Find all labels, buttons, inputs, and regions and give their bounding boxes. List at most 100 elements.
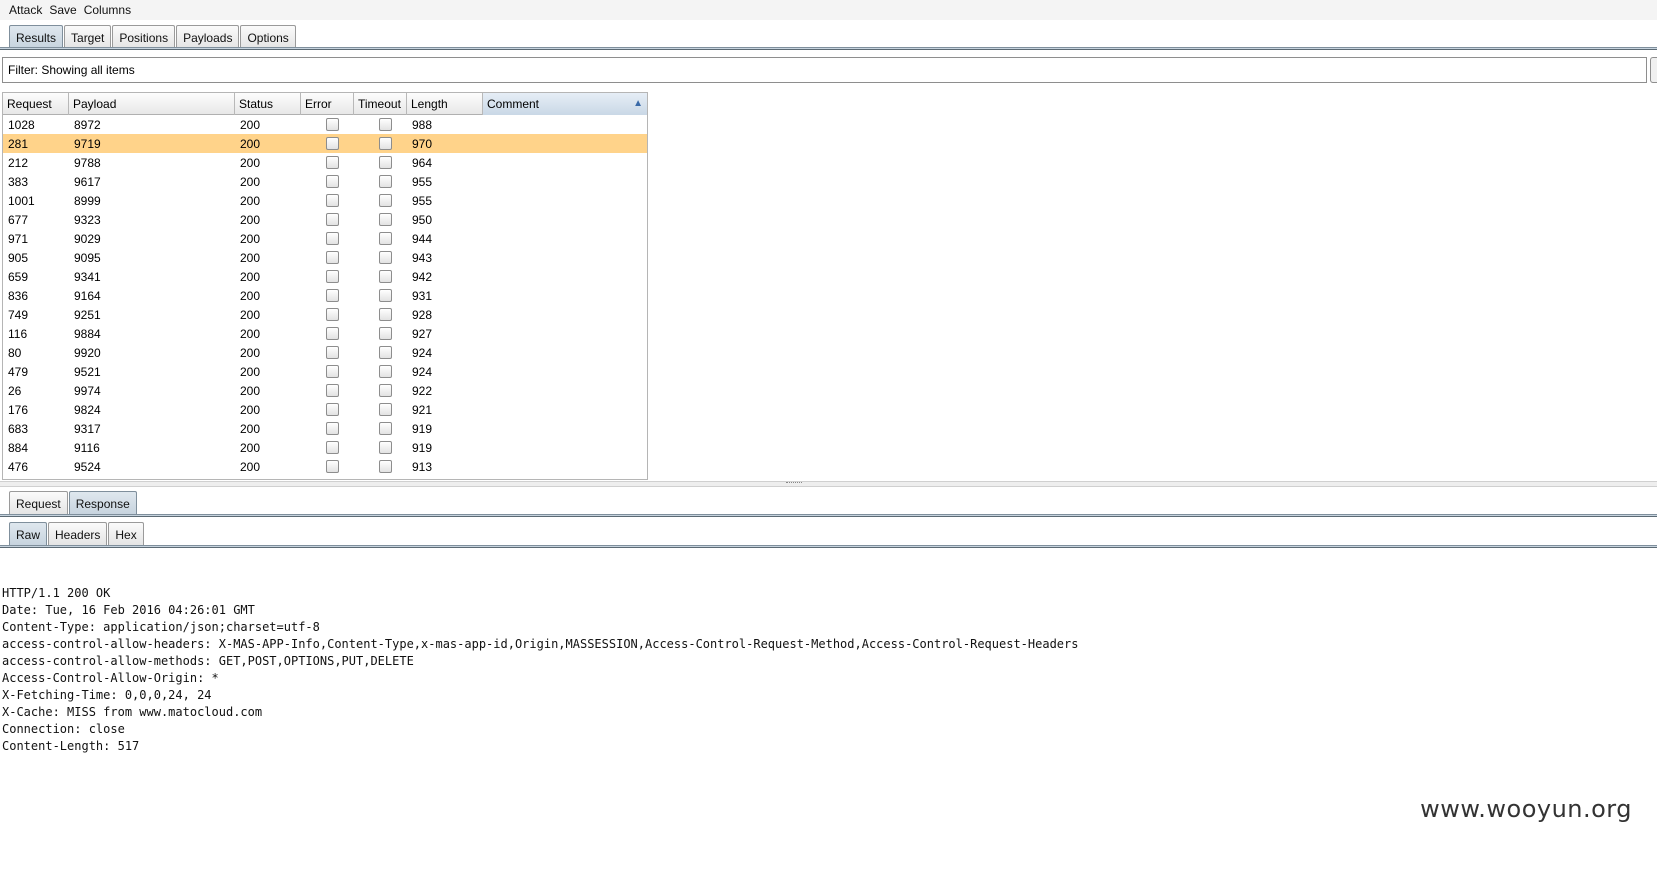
cell-error-checkbox[interactable] bbox=[326, 346, 339, 359]
cell-timeout-checkbox[interactable] bbox=[379, 346, 392, 359]
cell-error-checkbox[interactable] bbox=[326, 156, 339, 169]
table-row[interactable]: 683 9317 200 919 bbox=[3, 419, 647, 438]
cell-timeout-checkbox[interactable] bbox=[379, 270, 392, 283]
table-row[interactable]: 80 9920 200 924 bbox=[3, 343, 647, 362]
cell-comment[interactable] bbox=[483, 153, 647, 172]
table-row[interactable]: 749 9251 200 928 bbox=[3, 305, 647, 324]
cell-comment[interactable] bbox=[483, 248, 647, 267]
tab-raw[interactable]: Raw bbox=[9, 522, 48, 546]
cell-timeout-checkbox[interactable] bbox=[379, 232, 392, 245]
cell-timeout-checkbox[interactable] bbox=[379, 384, 392, 397]
cell-error-checkbox[interactable] bbox=[326, 270, 339, 283]
cell-comment[interactable] bbox=[483, 172, 647, 191]
cell-error-checkbox[interactable] bbox=[326, 403, 339, 416]
cell-error-checkbox[interactable] bbox=[326, 213, 339, 226]
cell-error-checkbox[interactable] bbox=[326, 422, 339, 435]
cell-timeout-checkbox[interactable] bbox=[379, 441, 392, 454]
tab-payloads[interactable]: Payloads bbox=[176, 25, 240, 49]
column-header-request[interactable]: Request bbox=[3, 93, 69, 115]
column-header-comment[interactable]: Comment ▲ bbox=[483, 93, 647, 115]
cell-comment[interactable] bbox=[483, 115, 647, 134]
cell-timeout-checkbox[interactable] bbox=[379, 175, 392, 188]
tab-target[interactable]: Target bbox=[64, 25, 112, 49]
cell-error-checkbox[interactable] bbox=[326, 308, 339, 321]
table-row[interactable]: 659 9341 200 942 bbox=[3, 267, 647, 286]
cell-timeout-checkbox[interactable] bbox=[379, 308, 392, 321]
table-row[interactable]: 26 9974 200 922 bbox=[3, 381, 647, 400]
menu-columns[interactable]: Columns bbox=[84, 3, 131, 17]
table-row[interactable]: 281 9719 200 970 bbox=[3, 134, 647, 153]
cell-comment[interactable] bbox=[483, 343, 647, 362]
cell-timeout-checkbox[interactable] bbox=[379, 327, 392, 340]
tab-request[interactable]: Request bbox=[9, 491, 68, 515]
table-row[interactable]: 677 9323 200 950 bbox=[3, 210, 647, 229]
cell-comment[interactable] bbox=[483, 229, 647, 248]
cell-comment[interactable] bbox=[483, 419, 647, 438]
table-row[interactable]: 1001 8999 200 955 bbox=[3, 191, 647, 210]
cell-timeout-checkbox[interactable] bbox=[379, 213, 392, 226]
cell-comment[interactable] bbox=[483, 134, 647, 153]
cell-error-checkbox[interactable] bbox=[326, 441, 339, 454]
table-row[interactable]: 212 9788 200 964 bbox=[3, 153, 647, 172]
cell-timeout-checkbox[interactable] bbox=[379, 460, 392, 473]
tab-headers[interactable]: Headers bbox=[48, 522, 108, 546]
cell-error-checkbox[interactable] bbox=[326, 137, 339, 150]
cell-comment[interactable] bbox=[483, 210, 647, 229]
cell-error-checkbox[interactable] bbox=[326, 118, 339, 131]
filter-side-button[interactable] bbox=[1650, 57, 1657, 83]
table-row[interactable]: 905 9095 200 943 bbox=[3, 248, 647, 267]
filter-bar[interactable]: Filter: Showing all items bbox=[2, 57, 1647, 83]
cell-timeout-checkbox[interactable] bbox=[379, 289, 392, 302]
table-row[interactable]: 476 9524 200 913 bbox=[3, 457, 647, 476]
cell-error-checkbox[interactable] bbox=[326, 289, 339, 302]
cell-error-checkbox[interactable] bbox=[326, 327, 339, 340]
splitter-grip-icon[interactable] bbox=[786, 482, 802, 485]
cell-comment[interactable] bbox=[483, 191, 647, 210]
column-header-error[interactable]: Error bbox=[301, 93, 354, 115]
cell-timeout-checkbox[interactable] bbox=[379, 156, 392, 169]
cell-comment[interactable] bbox=[483, 362, 647, 381]
table-row[interactable]: 884 9116 200 919 bbox=[3, 438, 647, 457]
column-header-length[interactable]: Length bbox=[407, 93, 483, 115]
tab-options[interactable]: Options bbox=[240, 25, 296, 49]
cell-error-checkbox[interactable] bbox=[326, 175, 339, 188]
tab-positions[interactable]: Positions bbox=[112, 25, 176, 49]
cell-comment[interactable] bbox=[483, 267, 647, 286]
column-header-timeout[interactable]: Timeout bbox=[354, 93, 407, 115]
cell-error-checkbox[interactable] bbox=[326, 460, 339, 473]
cell-comment[interactable] bbox=[483, 438, 647, 457]
table-row[interactable]: 383 9617 200 955 bbox=[3, 172, 647, 191]
cell-comment[interactable] bbox=[483, 305, 647, 324]
cell-timeout-checkbox[interactable] bbox=[379, 137, 392, 150]
response-raw-text[interactable]: HTTP/1.1 200 OK Date: Tue, 16 Feb 2016 04… bbox=[2, 551, 1657, 791]
cell-error-checkbox[interactable] bbox=[326, 194, 339, 207]
pane-splitter[interactable] bbox=[0, 481, 1657, 487]
cell-error-checkbox[interactable] bbox=[326, 251, 339, 264]
menu-save[interactable]: Save bbox=[49, 3, 76, 17]
cell-comment[interactable] bbox=[483, 324, 647, 343]
cell-timeout-checkbox[interactable] bbox=[379, 251, 392, 264]
table-row[interactable]: 176 9824 200 921 bbox=[3, 400, 647, 419]
cell-comment[interactable] bbox=[483, 381, 647, 400]
table-row[interactable]: 836 9164 200 931 bbox=[3, 286, 647, 305]
cell-comment[interactable] bbox=[483, 400, 647, 419]
tab-results[interactable]: Results bbox=[9, 25, 64, 49]
column-header-payload[interactable]: Payload bbox=[69, 93, 235, 115]
cell-timeout-checkbox[interactable] bbox=[379, 194, 392, 207]
cell-error-checkbox[interactable] bbox=[326, 384, 339, 397]
table-row[interactable]: 116 9884 200 927 bbox=[3, 324, 647, 343]
table-row[interactable]: 971 9029 200 944 bbox=[3, 229, 647, 248]
cell-timeout-checkbox[interactable] bbox=[379, 365, 392, 378]
tab-hex[interactable]: Hex bbox=[108, 522, 144, 546]
table-row[interactable]: 479 9521 200 924 bbox=[3, 362, 647, 381]
tab-response[interactable]: Response bbox=[68, 491, 137, 515]
cell-comment[interactable] bbox=[483, 457, 647, 476]
cell-timeout-checkbox[interactable] bbox=[379, 118, 392, 131]
cell-timeout-checkbox[interactable] bbox=[379, 422, 392, 435]
cell-timeout-checkbox[interactable] bbox=[379, 403, 392, 416]
cell-comment[interactable] bbox=[483, 286, 647, 305]
table-row[interactable]: 1028 8972 200 988 bbox=[3, 115, 647, 134]
cell-error-checkbox[interactable] bbox=[326, 232, 339, 245]
menu-attack[interactable]: Attack bbox=[9, 3, 42, 17]
column-header-status[interactable]: Status bbox=[235, 93, 301, 115]
